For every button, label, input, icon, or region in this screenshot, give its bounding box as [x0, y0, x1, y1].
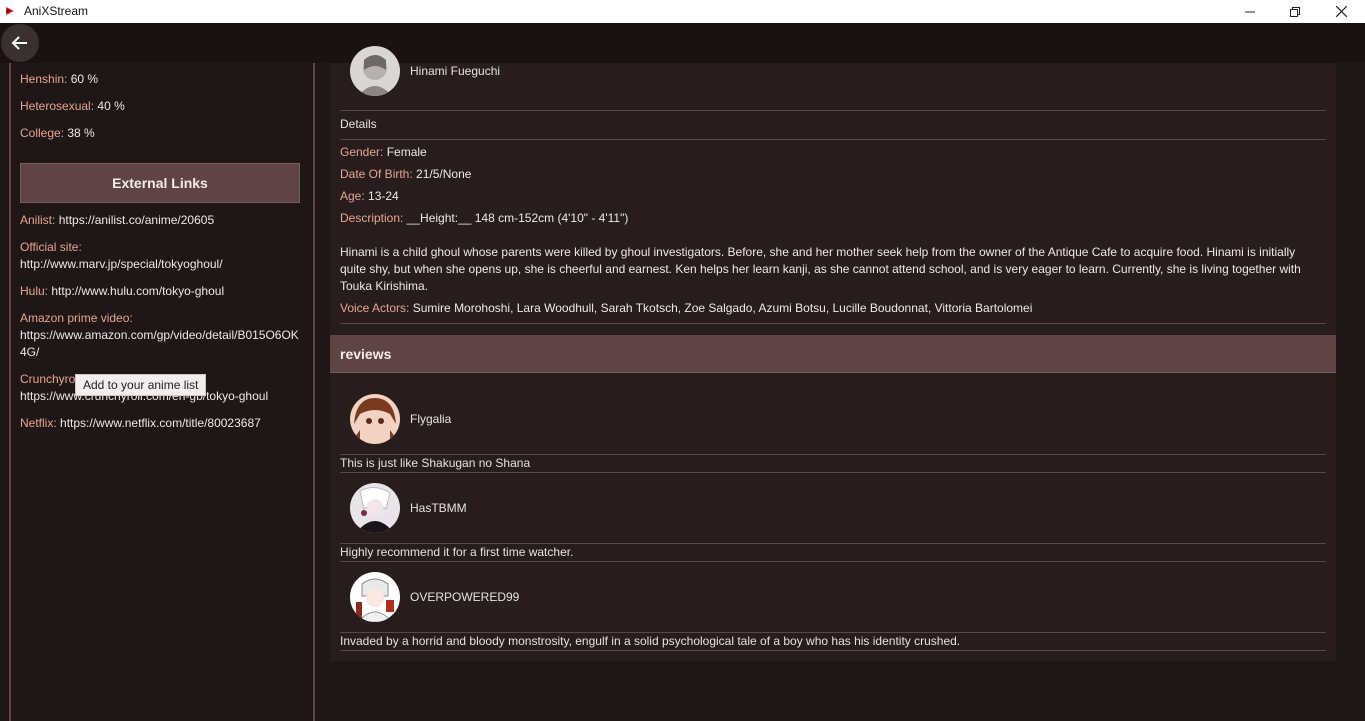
- close-button[interactable]: [1318, 0, 1364, 23]
- reviewer-name: HasTBMM: [410, 501, 467, 515]
- tag-row: Henshin: 60 %: [20, 71, 305, 88]
- description-height: __Height:__ 148 cm-152cm (4'10" - 4'11"): [406, 211, 629, 225]
- tag-value: 40 %: [97, 99, 125, 113]
- link-label: Amazon prime video:: [20, 311, 133, 325]
- external-links-header: External Links: [20, 163, 300, 203]
- tag-row: Heterosexual: 40 %: [20, 98, 305, 115]
- user-avatar-icon: [350, 394, 400, 444]
- divider: [340, 454, 1326, 455]
- divider: [340, 632, 1326, 633]
- reviewer-avatar[interactable]: [350, 394, 400, 444]
- arrow-left-icon: [11, 36, 27, 50]
- link-url[interactable]: https://anilist.co/anime/20605: [59, 213, 214, 227]
- external-link-netflix[interactable]: Netflix: https://www.netflix.com/title/8…: [20, 415, 305, 432]
- link-url[interactable]: https://www.netflix.com/title/80023687: [60, 416, 261, 430]
- dob-label: Date Of Birth:: [340, 167, 413, 181]
- close-icon: [1335, 6, 1347, 17]
- link-url[interactable]: http://www.hulu.com/tokyo-ghoul: [51, 284, 224, 298]
- divider: [340, 650, 1326, 651]
- age-label: Age:: [340, 189, 365, 203]
- dob-value: 21/5/None: [416, 167, 472, 181]
- description-text: Hinami is a child ghoul whose parents we…: [340, 245, 1301, 293]
- app-topbar: [0, 23, 1365, 63]
- tag-value: 60 %: [70, 72, 99, 86]
- back-button[interactable]: [1, 24, 39, 62]
- reviewer-name: Flygalia: [410, 412, 452, 426]
- divider: [340, 561, 1326, 562]
- tag-label: Henshin:: [20, 72, 68, 86]
- user-avatar-icon: [350, 572, 400, 622]
- tag-row: College: 38 %: [20, 125, 305, 142]
- link-label: Netflix:: [20, 416, 57, 430]
- user-avatar-icon: [350, 483, 400, 533]
- review-text: Highly recommend it for a first time wat…: [340, 545, 574, 559]
- tag-value: 38 %: [67, 126, 95, 140]
- link-url[interactable]: https://www.amazon.com/gp/video/detail/B…: [20, 327, 300, 361]
- restore-icon: [1290, 6, 1300, 17]
- review-text: This is just like Shakugan no Shana: [340, 456, 531, 470]
- character-name: Hinami Fueguchi: [410, 64, 501, 78]
- character-portrait-icon: [350, 46, 400, 96]
- review-text: Invaded by a horrid and bloody monstrosi…: [340, 634, 961, 648]
- link-label: Official site:: [20, 240, 82, 254]
- gender-value: Female: [386, 145, 427, 159]
- link-label: Anilist:: [20, 213, 56, 227]
- link-label: Hulu:: [20, 284, 49, 298]
- minimize-icon: [1245, 11, 1255, 12]
- minimize-button[interactable]: [1227, 0, 1273, 23]
- voice-actors-value: Sumire Morohoshi, Lara Woodhull, Sarah T…: [412, 301, 1033, 315]
- external-link-anilist[interactable]: Anilist: https://anilist.co/anime/20605: [20, 212, 305, 229]
- age-value: 13-24: [368, 189, 399, 203]
- reviewer-avatar[interactable]: [350, 572, 400, 622]
- external-link-amazon[interactable]: Amazon prime video: https://www.amazon.c…: [20, 310, 300, 361]
- age-row: Age: 13-24: [340, 189, 399, 203]
- reviewer-avatar[interactable]: [350, 483, 400, 533]
- character-avatar[interactable]: [350, 46, 400, 96]
- details-title: Details: [340, 117, 377, 131]
- divider: [340, 472, 1326, 473]
- tooltip: Add to your anime list: [75, 374, 207, 396]
- divider: [340, 543, 1326, 544]
- tag-label: Heterosexual:: [20, 99, 95, 113]
- window-title: AniXStream: [24, 4, 89, 18]
- window-titlebar: AniXStream: [0, 0, 1365, 23]
- description-label: Description:: [340, 211, 404, 225]
- external-link-hulu[interactable]: Hulu: http://www.hulu.com/tokyo-ghoul: [20, 283, 305, 300]
- voice-actors-label: Voice Actors:: [340, 301, 410, 315]
- divider: [340, 139, 1326, 140]
- gender-label: Gender:: [340, 145, 384, 159]
- divider: [340, 110, 1326, 111]
- voice-actors-row: Voice Actors: Sumire Morohoshi, Lara Woo…: [340, 301, 1032, 315]
- reviews-header: reviews: [330, 335, 1336, 373]
- description-row: Description: __Height:__ 148 cm-152cm (4…: [340, 211, 628, 225]
- link-url[interactable]: http://www.marv.jp/special/tokyoghoul/: [20, 256, 305, 273]
- app-logo-icon: [6, 7, 14, 15]
- gender-row: Gender: Female: [340, 145, 427, 159]
- reviewer-name: OVERPOWERED99: [410, 590, 520, 604]
- divider: [340, 323, 1326, 324]
- maximize-button[interactable]: [1272, 0, 1318, 23]
- dob-row: Date Of Birth: 21/5/None: [340, 167, 471, 181]
- tag-label: College:: [20, 126, 65, 140]
- external-link-official-site[interactable]: Official site: http://www.marv.jp/specia…: [20, 239, 305, 273]
